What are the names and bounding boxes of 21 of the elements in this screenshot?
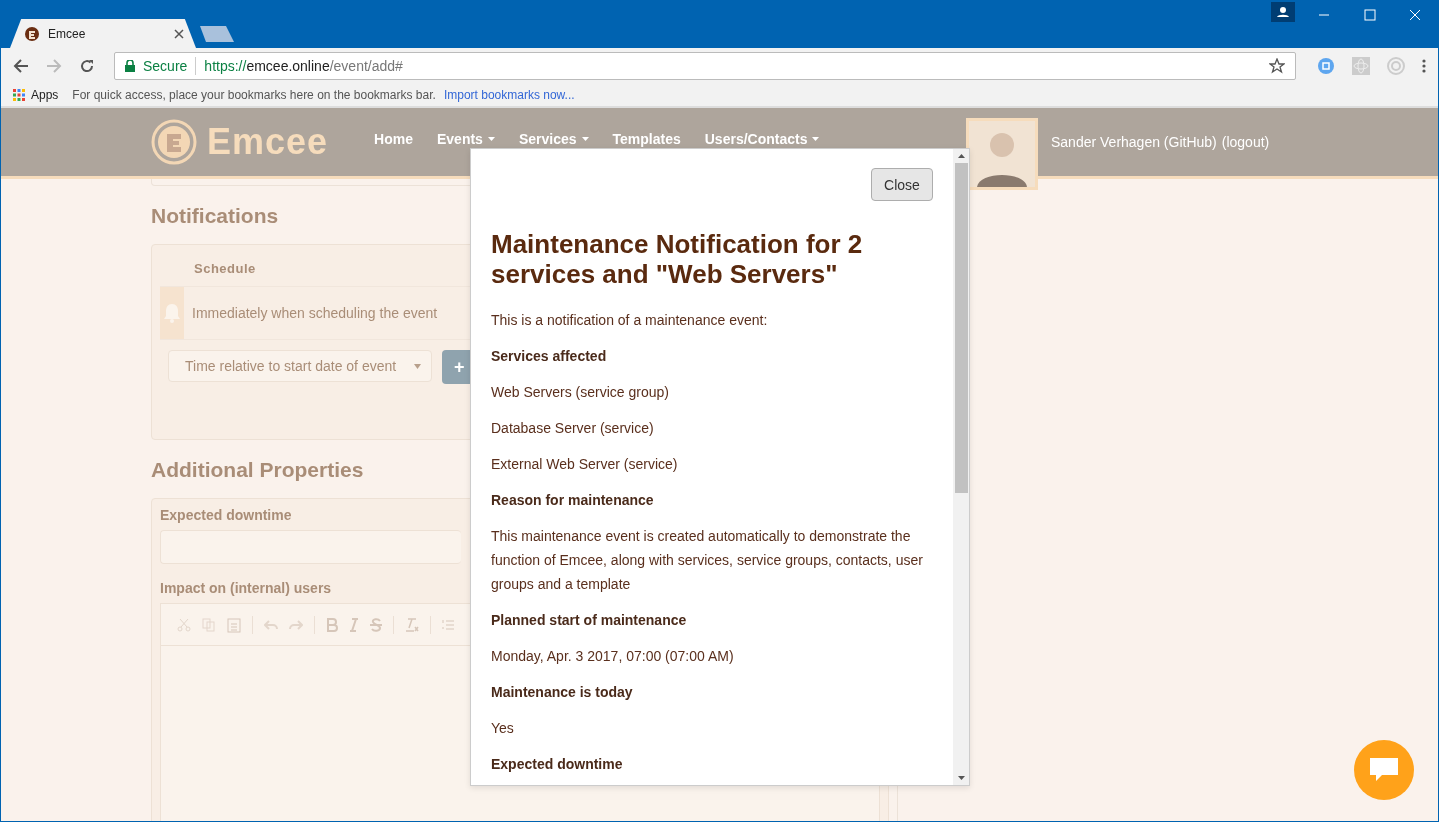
paragraph: Database Server (service) — [491, 419, 655, 438]
url-text: https://emcee.online/event/add# — [204, 58, 403, 74]
section-label: Maintenance is today — [491, 683, 634, 701]
section-label: Reason for maintenance — [491, 491, 655, 509]
paragraph: Web Servers (service group) — [491, 383, 670, 402]
section-label: Planned start of maintenance — [491, 611, 688, 629]
secure-label: Secure — [143, 58, 188, 74]
section-label: Services affected — [491, 347, 608, 365]
schedule-entry: Immediately when scheduling the event — [192, 305, 438, 321]
section-heading: Notifications — [151, 204, 279, 228]
user-name: Sander Verhagen (GitHub) — [1051, 134, 1217, 150]
paragraph: This maintenance event is created automatically to demonstrate the function of Emcee, along with services, service groups, contacts, user groups and a template — [491, 527, 924, 594]
paragraph: External Web Server (service) — [491, 455, 679, 474]
field-label: Expected downtime — [160, 506, 292, 525]
bookmarks-hint: For quick access, place your bookmarks here on the bookmarks bar. — [72, 88, 436, 102]
paragraph: Monday, Apr. 3 2017, 07:00 (07:00 AM) — [491, 647, 735, 666]
paragraph: Yes — [491, 719, 515, 738]
field-label: Impact on (internal) users — [160, 579, 332, 598]
section-heading: Additional Properties — [151, 458, 364, 482]
section-label: Expected downtime — [491, 755, 624, 773]
paragraph: This is a notification of a maintenance event: — [491, 311, 769, 330]
